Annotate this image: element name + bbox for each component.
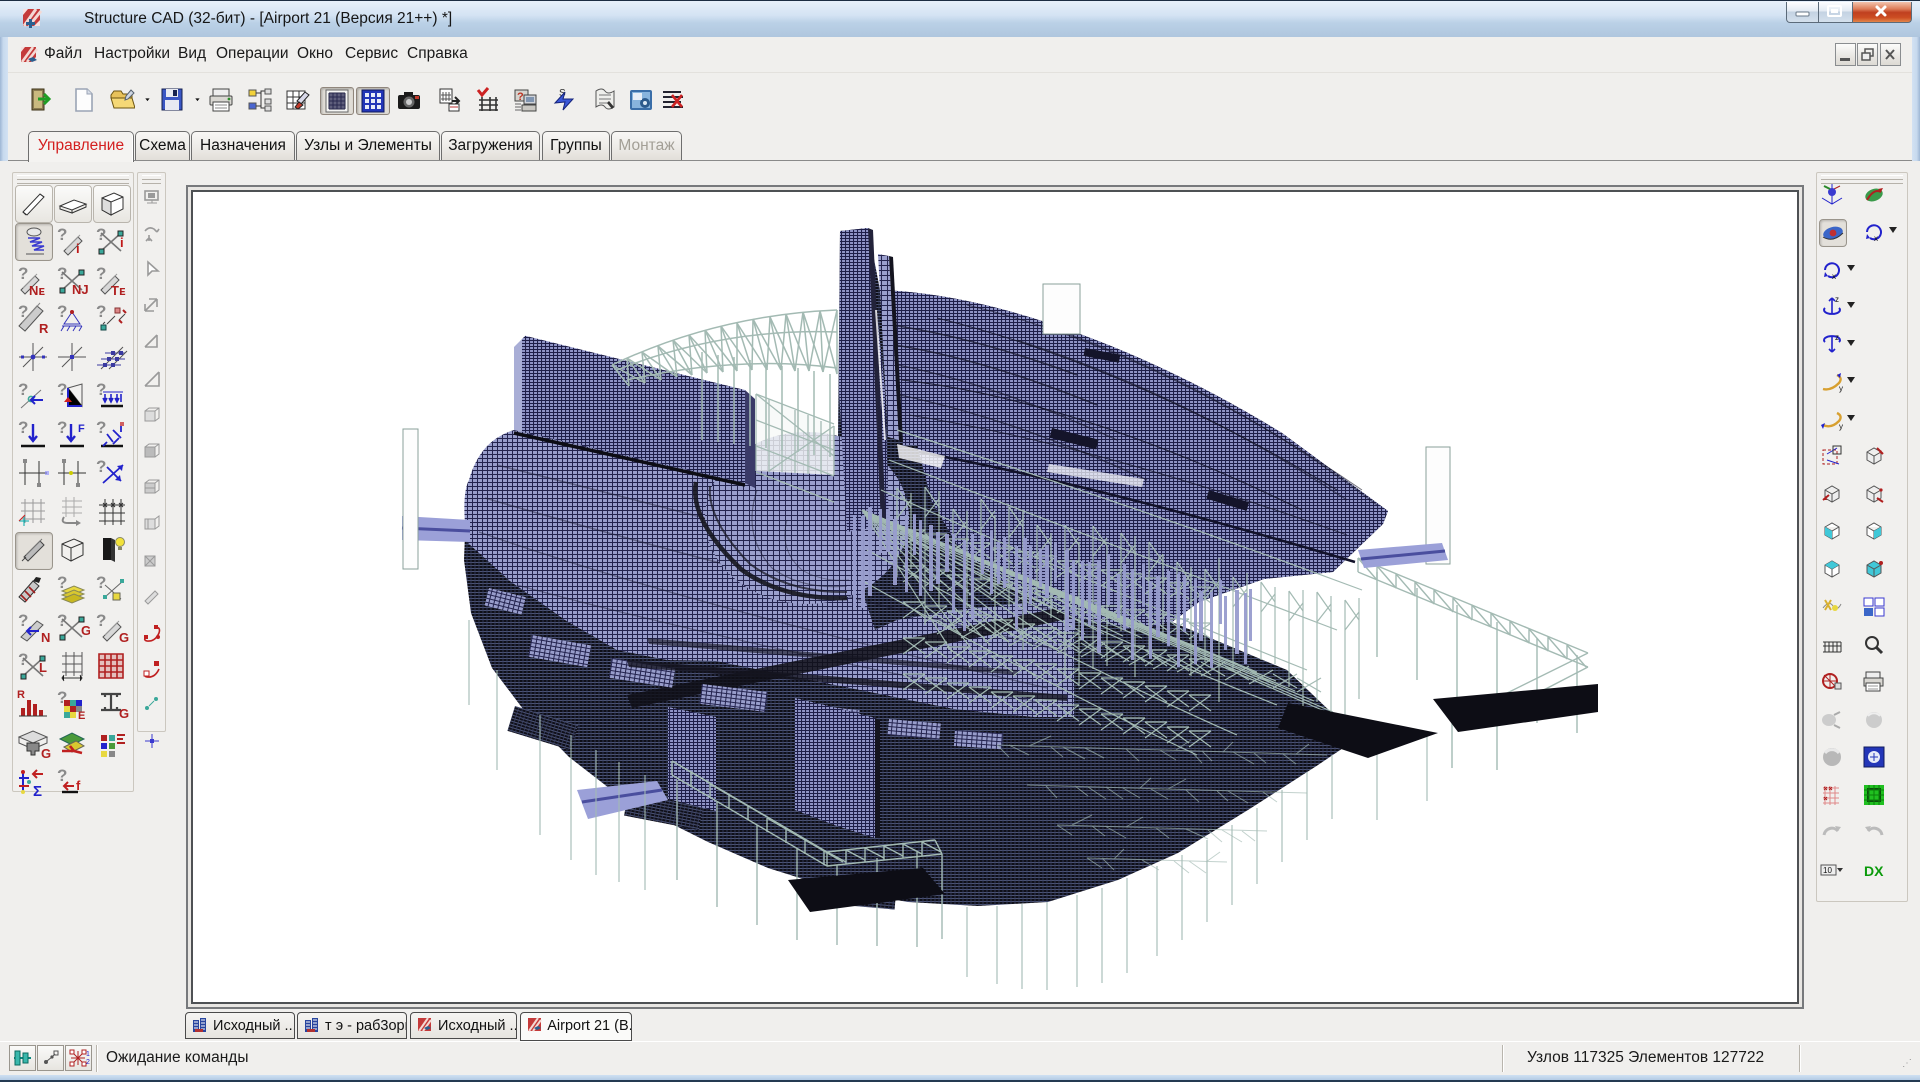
svg-text:1: 1 bbox=[86, 1051, 90, 1058]
svg-text:DX: DX bbox=[1864, 863, 1884, 879]
svg-text:G: G bbox=[119, 630, 129, 645]
svg-text:?: ? bbox=[517, 91, 524, 103]
svg-text:?: ? bbox=[18, 418, 28, 437]
svg-text:z: z bbox=[1835, 333, 1839, 342]
svg-text:R: R bbox=[17, 689, 25, 701]
svg-text:?: ? bbox=[18, 380, 28, 399]
svg-text:N: N bbox=[41, 630, 50, 645]
svg-text:?: ? bbox=[18, 650, 28, 669]
svg-text:y: y bbox=[1839, 422, 1843, 431]
svg-text:G: G bbox=[81, 623, 90, 638]
svg-text:?: ? bbox=[96, 611, 106, 630]
svg-text:?: ? bbox=[57, 418, 67, 437]
svg-text:L: L bbox=[39, 660, 47, 675]
svg-text:?: ? bbox=[18, 611, 28, 630]
svg-text:?: ? bbox=[18, 302, 28, 321]
svg-text:f: f bbox=[76, 778, 81, 793]
svg-text:i: i bbox=[120, 235, 124, 250]
svg-text:?: ? bbox=[96, 302, 106, 321]
svg-text:?: ? bbox=[18, 264, 28, 283]
svg-text:x: x bbox=[1874, 234, 1878, 243]
svg-text:E: E bbox=[78, 710, 85, 722]
svg-text:Tᴇ: Tᴇ bbox=[111, 283, 126, 298]
svg-text:Nᴇ: Nᴇ bbox=[29, 283, 45, 298]
svg-text:i: i bbox=[76, 241, 80, 256]
svg-text:?: ? bbox=[57, 611, 67, 630]
svg-text:G: G bbox=[119, 706, 129, 721]
svg-text:10: 10 bbox=[1823, 866, 1832, 875]
svg-text:G: G bbox=[41, 746, 51, 761]
svg-text:x: x bbox=[1832, 272, 1836, 281]
svg-text:?: ? bbox=[96, 573, 106, 592]
svg-text:?: ? bbox=[57, 302, 67, 321]
svg-text:?: ? bbox=[96, 225, 106, 244]
svg-text:NJ: NJ bbox=[72, 282, 89, 297]
svg-text:?: ? bbox=[57, 766, 67, 785]
svg-text:?: ? bbox=[57, 264, 67, 283]
svg-text:R: R bbox=[39, 321, 49, 336]
svg-text:?: ? bbox=[96, 418, 106, 437]
svg-text:?: ? bbox=[96, 264, 106, 283]
svg-text:Σ: Σ bbox=[33, 783, 42, 800]
svg-text:?: ? bbox=[57, 225, 67, 244]
svg-text:F: F bbox=[78, 423, 85, 435]
svg-text:y: y bbox=[1839, 384, 1843, 393]
svg-text:?: ? bbox=[57, 380, 67, 399]
svg-text:?: ? bbox=[96, 457, 106, 476]
svg-text:2: 2 bbox=[86, 1059, 90, 1066]
svg-text:z: z bbox=[1835, 295, 1839, 304]
